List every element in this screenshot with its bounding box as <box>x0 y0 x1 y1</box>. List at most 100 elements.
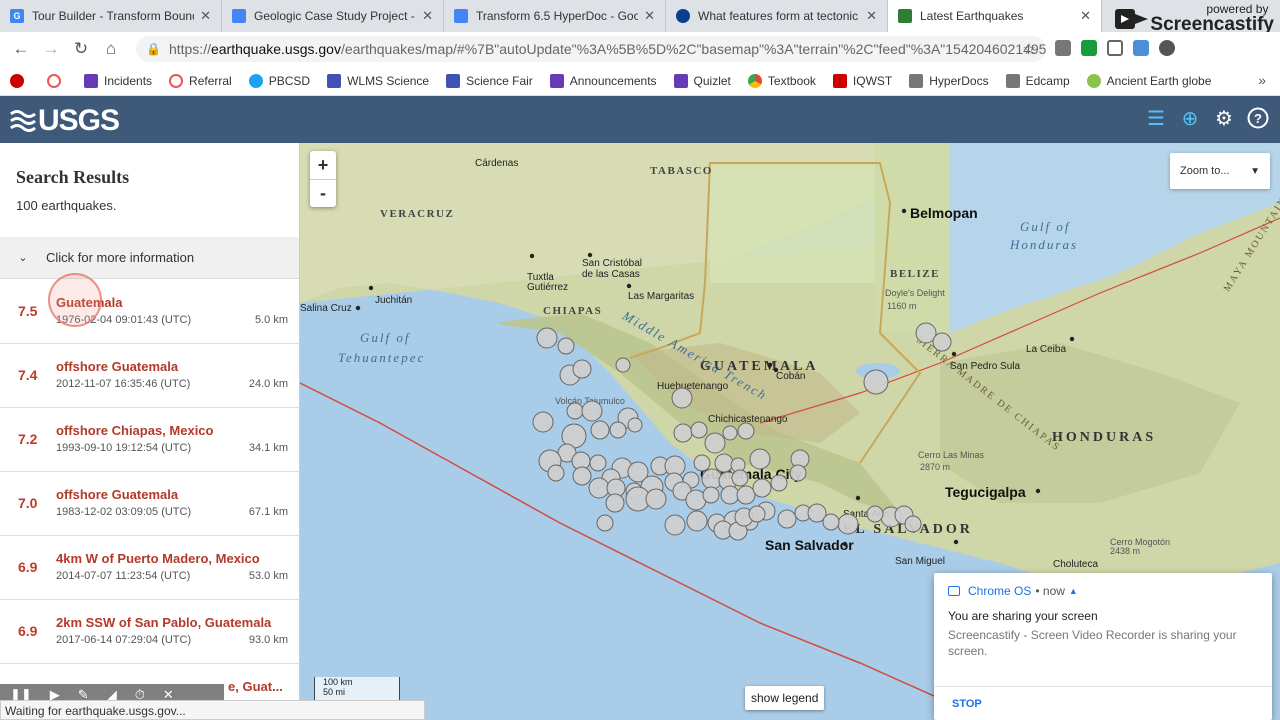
earthquake-marker[interactable] <box>566 402 584 420</box>
tab-transform-hyperdoc[interactable]: Transform 6.5 HyperDoc - Goog ✕ <box>444 0 666 32</box>
gear-icon[interactable]: ⚙ <box>1212 106 1236 130</box>
earthquake-marker[interactable] <box>863 369 889 395</box>
earthquake-marker[interactable] <box>532 411 554 433</box>
list-icon[interactable]: ☰ <box>1144 106 1168 130</box>
close-tab-icon[interactable]: ✕ <box>1080 8 1091 24</box>
tab-latest-earthquakes[interactable]: Latest Earthquakes ✕ <box>888 0 1102 32</box>
earthquake-marker[interactable] <box>547 464 565 482</box>
close-tab-icon[interactable]: ✕ <box>644 8 655 24</box>
bookmark-star-icon[interactable]: ☆ <box>1023 40 1036 58</box>
show-legend-button[interactable]: show legend <box>745 686 825 710</box>
earthquake-marker[interactable] <box>605 493 625 513</box>
zoom-to-select[interactable]: Zoom to... ▼ <box>1170 153 1270 189</box>
earthquake-list-item[interactable]: 6.9 2km SSW of San Pablo, Guatemala 2017… <box>0 600 299 664</box>
earthquake-marker[interactable] <box>686 510 708 532</box>
earthquake-map[interactable]: Cárdenas TABASCO VERACRUZ Belmopan Gulf of Ho… <box>300 143 1280 720</box>
extension-icon[interactable] <box>1081 40 1097 56</box>
earthquake-marker[interactable] <box>596 514 614 532</box>
earthquake-marker[interactable] <box>557 337 575 355</box>
earthquake-marker[interactable] <box>645 488 667 510</box>
bookmark-wlms-science[interactable]: WLMS Science <box>327 73 429 88</box>
forward-icon[interactable]: → <box>36 39 66 59</box>
earthquake-marker[interactable] <box>673 423 693 443</box>
chevron-up-icon[interactable]: ▲ <box>1069 586 1078 596</box>
cast-icon[interactable] <box>1107 40 1123 56</box>
earthquake-marker[interactable] <box>777 509 797 529</box>
earthquake-marker[interactable] <box>690 421 708 439</box>
earthquake-marker[interactable] <box>693 454 711 472</box>
earthquake-marker[interactable] <box>536 327 558 349</box>
earthquake-marker[interactable] <box>722 425 738 441</box>
tab-tectonic-features[interactable]: What features form at tectonic ✕ <box>666 0 888 32</box>
zoom-in-button[interactable]: + <box>310 151 336 179</box>
earthquake-marker[interactable] <box>837 513 859 535</box>
earthquake-marker[interactable] <box>789 464 807 482</box>
bookmark-announcements[interactable]: Announcements <box>549 73 657 88</box>
home-icon[interactable]: ⌂ <box>96 39 126 59</box>
bookmark-incidents[interactable]: Incidents <box>84 73 152 88</box>
close-tab-icon[interactable]: ✕ <box>866 8 877 24</box>
close-tab-icon[interactable]: ✕ <box>200 8 211 24</box>
bookmark-science-fair[interactable]: Science Fair <box>446 73 533 88</box>
earthquake-marker[interactable] <box>590 420 610 440</box>
earthquake-marker[interactable] <box>615 357 631 373</box>
earthquake-marker[interactable] <box>572 466 592 486</box>
earthquake-marker[interactable] <box>749 448 771 470</box>
earthquake-marker[interactable] <box>866 505 884 523</box>
earthquake-marker[interactable] <box>581 400 603 422</box>
earthquake-marker[interactable] <box>822 513 840 531</box>
close-tab-icon[interactable]: ✕ <box>422 8 433 24</box>
bookmark-referral[interactable]: Referral <box>169 73 232 88</box>
earthquake-marker[interactable] <box>731 469 749 487</box>
help-icon[interactable]: ? <box>1246 106 1270 130</box>
earthquake-marker[interactable] <box>720 485 740 505</box>
earthquake-marker[interactable] <box>627 417 643 433</box>
earthquake-list-item[interactable]: 7.0 offshore Guatemala 1983-12-02 03:09:… <box>0 472 299 536</box>
zoom-out-button[interactable]: - <box>310 179 336 207</box>
earthquake-list-item[interactable]: 7.4 offshore Guatemala 2012-11-07 16:35:… <box>0 344 299 408</box>
tab-geologic-case-study[interactable]: Geologic Case Study Project - G ✕ <box>222 0 444 32</box>
earthquake-marker[interactable] <box>770 474 788 492</box>
bookmark-item[interactable] <box>47 73 67 88</box>
earthquake-marker[interactable] <box>904 515 922 533</box>
earthquake-marker[interactable] <box>932 332 952 352</box>
bookmark-ancient-earth[interactable]: Ancient Earth globe <box>1086 73 1211 88</box>
earthquake-marker[interactable] <box>664 514 686 536</box>
bookmark-edcamp[interactable]: Edcamp <box>1005 73 1070 88</box>
extension-icon[interactable] <box>1055 40 1071 56</box>
bookmark-hyperdocs[interactable]: HyperDocs <box>909 73 989 88</box>
usgs-logo[interactable]: USGS <box>10 104 120 138</box>
sheets-icon <box>327 73 342 88</box>
earthquake-marker[interactable] <box>609 421 627 439</box>
magnitude: 6.9 <box>18 623 38 639</box>
earthquake-marker[interactable] <box>702 486 720 504</box>
more-bookmarks-icon[interactable]: » <box>1258 72 1266 88</box>
earthquake-list-item[interactable]: 7.5 Guatemala 1976-02-04 09:01:43 (UTC) … <box>0 280 299 344</box>
tab-tour-builder[interactable]: G Tour Builder - Transform Bound ✕ <box>0 0 222 32</box>
back-icon[interactable]: ← <box>6 39 36 59</box>
earthquake-list-item[interactable]: 6.9 4km W of Puerto Madero, Mexico 2014-… <box>0 536 299 600</box>
bookmark-textbook[interactable]: Textbook <box>747 73 816 88</box>
reload-icon[interactable]: ↻ <box>66 39 96 59</box>
extension-icon[interactable] <box>1133 40 1149 56</box>
globe-icon[interactable]: ⊕ <box>1178 106 1202 130</box>
earthquake-marker[interactable] <box>671 387 693 409</box>
bookmark-item[interactable] <box>10 73 30 88</box>
bookmark-iqwst[interactable]: IQWST <box>832 73 892 88</box>
earthquake-marker[interactable] <box>588 477 610 499</box>
earthquake-marker[interactable] <box>748 505 766 523</box>
earthquake-marker[interactable] <box>589 454 607 472</box>
earthquake-marker[interactable] <box>737 422 755 440</box>
earthquake-marker[interactable] <box>704 432 726 454</box>
more-info-toggle[interactable]: ⌄ Click for more information <box>0 237 299 279</box>
earthquake-marker[interactable] <box>714 453 734 473</box>
bookmark-pbcsd[interactable]: PBCSD <box>248 73 310 88</box>
extension-icon[interactable] <box>1159 40 1175 56</box>
earthquake-marker[interactable] <box>736 485 756 505</box>
earthquake-marker[interactable] <box>572 359 592 379</box>
earthquake-list-item[interactable]: 7.2 offshore Chiapas, Mexico 1993-09-10 … <box>0 408 299 472</box>
stop-sharing-button[interactable]: STOP <box>934 686 1272 720</box>
bookmark-quizlet[interactable]: Quizlet <box>673 73 731 88</box>
address-bar[interactable]: 🔒 https://earthquake.usgs.gov/earthquake… <box>136 36 1046 62</box>
earthquake-marker[interactable] <box>752 478 772 498</box>
